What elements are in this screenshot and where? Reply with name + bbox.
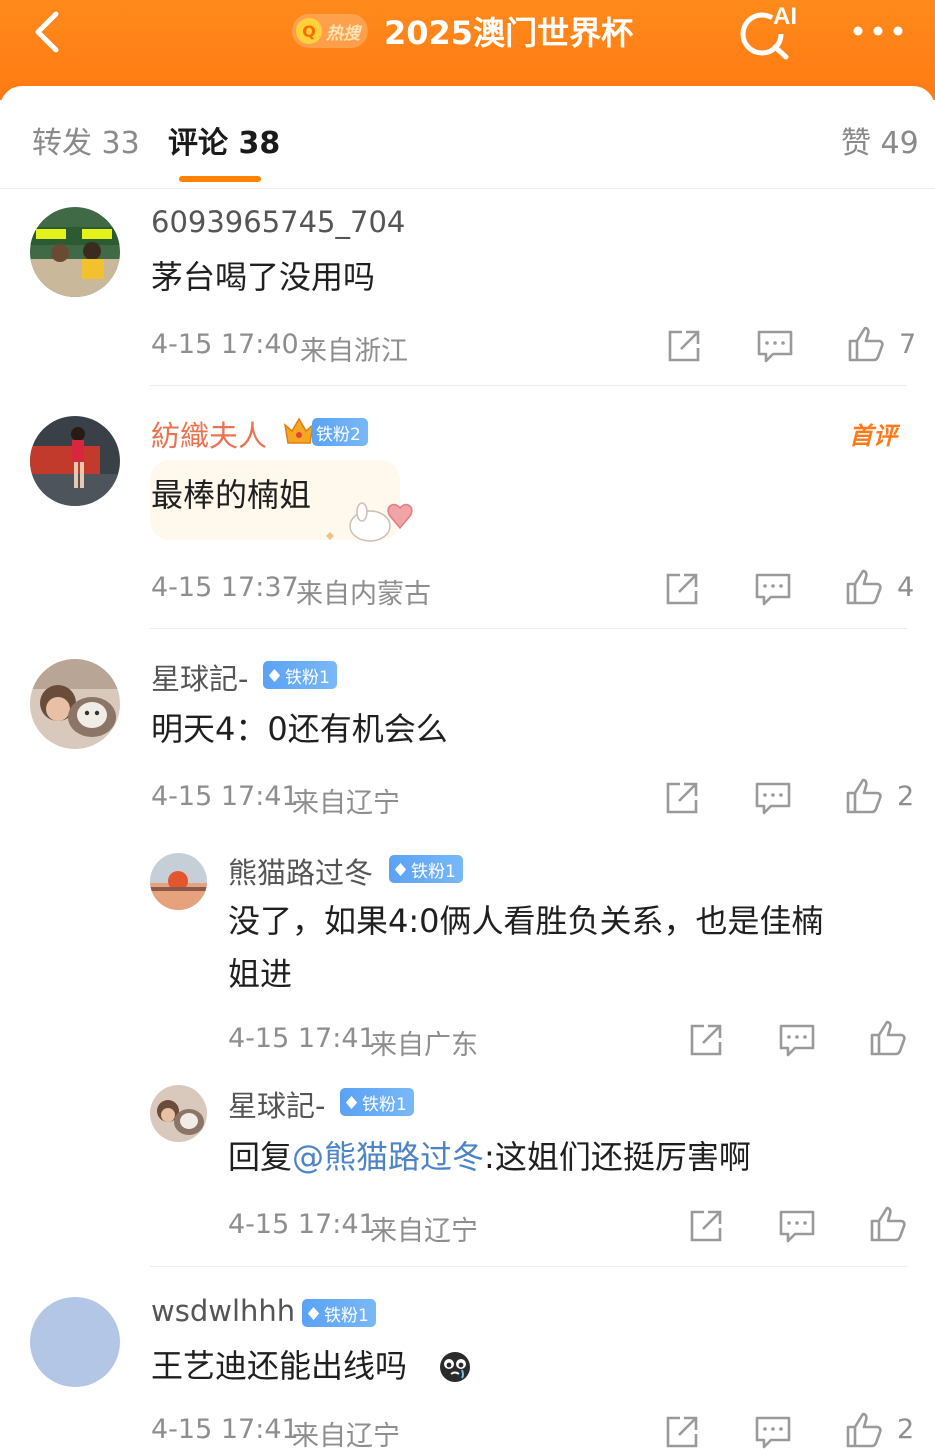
reply-text-line-1: 没了，如果4:0俩人看胜负关系，也是佳楠 <box>228 902 824 940</box>
username[interactable]: 星球記- <box>151 656 248 698</box>
divider <box>150 628 907 629</box>
diamond-icon <box>345 1095 358 1109</box>
crying-emoji-icon <box>440 1352 470 1382</box>
more-icon[interactable] <box>846 14 910 48</box>
hot-search-label: 热搜 <box>326 23 360 44</box>
avatar[interactable] <box>150 1085 207 1142</box>
comment-text: 明天4：0还有机会么 <box>151 710 448 748</box>
like-icon[interactable] <box>844 1410 884 1450</box>
like-count: 7 <box>899 329 917 360</box>
back-arrow-icon[interactable] <box>28 8 72 56</box>
ai-search-icon[interactable]: AI <box>738 2 800 60</box>
share-icon[interactable] <box>662 569 702 609</box>
like-icon[interactable] <box>846 324 886 364</box>
diamond-icon <box>394 862 407 876</box>
avatar[interactable] <box>30 207 120 297</box>
comment-text: 茅台喝了没用吗 <box>151 258 376 296</box>
fan-badge: 铁粉1 <box>263 661 337 689</box>
share-icon[interactable] <box>662 1412 702 1452</box>
diamond-icon <box>307 1306 320 1320</box>
reply-location: 来自辽宁 <box>370 1216 478 1247</box>
search-icon: Q <box>296 18 322 44</box>
badge-label: 铁粉1 <box>285 667 330 688</box>
username[interactable]: 星球記- <box>228 1083 325 1125</box>
share-icon[interactable] <box>664 326 704 366</box>
tab-reposts[interactable]: 转发 33 <box>32 118 140 162</box>
reply-text: 回复@熊猫路过冬:这姐们还挺厉害啊 <box>228 1130 751 1184</box>
username[interactable]: 6093965745_704 <box>151 205 405 239</box>
topic-name: 2025澳门世界杯 <box>384 14 634 52</box>
share-icon[interactable] <box>662 778 702 818</box>
badge-label: 铁粉1 <box>411 861 456 882</box>
comment-text-body: 王艺迪还能出线吗 <box>151 1347 408 1385</box>
reply-body: :这姐们还挺厉害啊 <box>484 1138 751 1176</box>
like-icon[interactable] <box>868 1018 908 1058</box>
badge-label: 铁粉1 <box>324 1305 369 1326</box>
like-icon[interactable] <box>844 776 884 816</box>
comment-location: 来自辽宁 <box>292 1421 400 1452</box>
reply-location: 来自广东 <box>370 1030 478 1061</box>
fan-badge: 铁粉1 <box>302 1299 376 1327</box>
mention-link[interactable]: @熊猫路过冬 <box>292 1138 484 1176</box>
top-bar: Q 热搜 2025澳门世界杯 AI <box>0 0 935 100</box>
fan-badge: 铁粉1 <box>389 855 463 883</box>
username[interactable]: 紡織夫人 <box>151 413 267 455</box>
reply-icon[interactable] <box>777 1020 817 1060</box>
comment-time: 4-15 17:37 <box>151 572 299 603</box>
fan-badge: 铁粉2 <box>312 418 368 446</box>
tab-bar: 转发 33 评论 38 赞 49 <box>0 86 935 189</box>
hot-search-pill: Q 热搜 <box>292 14 368 48</box>
comment-time: 4-15 17:40 <box>151 329 299 360</box>
ai-label: AI <box>773 3 797 30</box>
reply-time: 4-15 17:41 <box>228 1209 376 1240</box>
badge-label: 铁粉2 <box>316 424 361 445</box>
username[interactable]: 熊猫路过冬 <box>228 850 373 892</box>
username[interactable]: wsdwlhhh <box>151 1294 295 1328</box>
reply-icon[interactable] <box>753 778 793 818</box>
reply-text-line-2: 姐进 <box>228 955 293 993</box>
reply-icon[interactable] <box>753 569 793 609</box>
reply-time: 4-15 17:41 <box>228 1023 376 1054</box>
reply-prefix: 回复 <box>228 1138 293 1176</box>
divider <box>150 385 907 386</box>
first-comment-tag: 首评 <box>849 422 897 450</box>
avatar[interactable] <box>30 659 120 749</box>
fan-badge: 铁粉1 <box>340 1088 414 1116</box>
topic-title[interactable]: Q 热搜 2025澳门世界杯 <box>292 8 633 54</box>
comment-text: 王艺迪还能出线吗 <box>151 1339 407 1393</box>
comment-time: 4-15 17:41 <box>151 781 299 812</box>
avatar[interactable] <box>30 416 120 506</box>
badge-label: 铁粉1 <box>362 1094 407 1115</box>
like-icon[interactable] <box>868 1204 908 1244</box>
share-icon[interactable] <box>686 1206 726 1246</box>
diamond-icon <box>268 668 281 682</box>
divider <box>150 1266 907 1267</box>
active-tab-indicator <box>179 176 261 182</box>
like-icon[interactable] <box>844 567 884 607</box>
crown-icon <box>283 417 315 444</box>
tab-likes[interactable]: 赞 49 <box>841 118 919 162</box>
reply-icon[interactable] <box>755 326 795 366</box>
comment-location: 来自浙江 <box>300 336 408 367</box>
reply-icon[interactable] <box>753 1412 793 1452</box>
comment-location: 来自内蒙古 <box>296 579 431 610</box>
like-count: 2 <box>897 781 915 812</box>
reply-icon[interactable] <box>777 1206 817 1246</box>
avatar[interactable] <box>30 1297 120 1387</box>
avatar[interactable] <box>150 853 207 910</box>
comment-location: 来自辽宁 <box>292 788 400 819</box>
tab-comments[interactable]: 评论 38 <box>168 118 280 162</box>
like-count: 4 <box>897 572 915 603</box>
like-count: 2 <box>897 1414 915 1445</box>
comment-text: 最棒的楠姐 <box>151 476 312 514</box>
comment-time: 4-15 17:41 <box>151 1414 299 1445</box>
share-icon[interactable] <box>686 1020 726 1060</box>
